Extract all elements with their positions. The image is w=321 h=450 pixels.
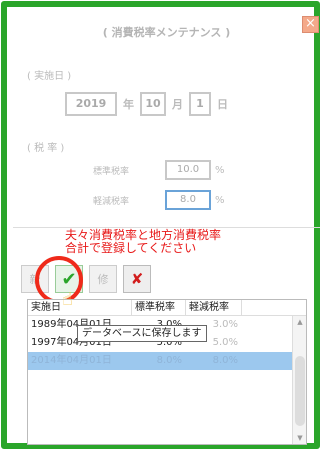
delete-button[interactable]: ✘	[123, 265, 151, 293]
row-standard: 8.0%	[156, 355, 182, 366]
reduced-rate-field[interactable]: 8.0	[165, 190, 211, 210]
standard-rate-unit: %	[215, 164, 225, 176]
edit-button[interactable]: 修	[89, 265, 117, 293]
table-row-selected[interactable]: 2014年04月01日 8.0% 8.0%	[28, 352, 306, 370]
month-unit: 月	[172, 98, 183, 111]
dialog-panel: ( 消費税率メンテナンス ) × ( 実施日 ) 2019 年 10 月 1 日…	[13, 13, 320, 449]
header-standard[interactable]: 標準税率	[132, 300, 186, 315]
standard-rate-row: 標準税率 10.0 %	[93, 159, 225, 181]
month-field[interactable]: 10	[140, 92, 166, 116]
scroll-thumb[interactable]	[295, 356, 305, 426]
day-field[interactable]: 1	[189, 92, 211, 116]
save-tooltip: データベースに保存します	[77, 325, 207, 342]
warning-message: 夫々消費税率と地方消費税率 合計で登録してください	[65, 229, 315, 255]
close-button[interactable]: ×	[302, 16, 319, 33]
standard-rate-label: 標準税率	[93, 166, 130, 177]
scroll-down-icon[interactable]: ▼	[295, 434, 305, 442]
date-input-row: 2019 年 10 月 1 日	[65, 91, 228, 117]
year-field[interactable]: 2019	[65, 92, 117, 116]
reduced-rate-label: 軽減税率	[93, 196, 130, 207]
window-frame: ( 消費税率メンテナンス ) × ( 実施日 ) 2019 年 10 月 1 日…	[1, 1, 320, 449]
header-date[interactable]: 実施日	[28, 300, 132, 315]
dialog-title: ( 消費税率メンテナンス )	[102, 26, 231, 39]
row-reduced: 8.0%	[212, 355, 238, 366]
day-unit: 日	[217, 98, 228, 111]
reduced-rate-unit: %	[215, 194, 225, 206]
tax-rate-label: ( 税 率 )	[27, 143, 65, 154]
warning-line-2: 合計で登録してください	[65, 241, 197, 255]
row-date: 2014年04月01日	[31, 355, 112, 366]
vertical-scrollbar[interactable]: ▲ ▼	[292, 316, 306, 444]
reduced-rate-row: 軽減税率 8.0 %	[93, 189, 225, 211]
header-reduced[interactable]: 軽減税率	[186, 300, 242, 315]
highlight-circle	[35, 256, 83, 304]
enforcement-date-label: ( 実施日 )	[27, 71, 72, 82]
standard-rate-field[interactable]: 10.0	[165, 160, 211, 180]
hand-cursor-icon: ☝	[62, 289, 73, 310]
year-unit: 年	[123, 98, 134, 111]
scroll-up-icon[interactable]: ▲	[295, 318, 305, 326]
tax-rate-table: 実施日 標準税率 軽減税率 1989年04月01日 3.0% 3.0% 1997…	[27, 299, 307, 445]
